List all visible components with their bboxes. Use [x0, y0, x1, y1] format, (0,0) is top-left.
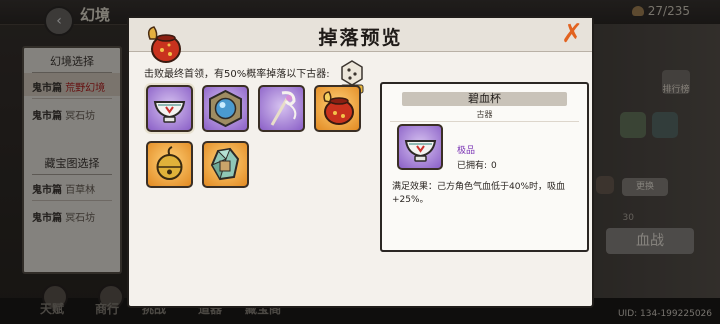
- artifact-slot-crystal[interactable]: [202, 141, 249, 188]
- drop-description: 击败最终首领，有50%概率掉落以下古器:: [144, 69, 330, 80]
- staff-icon: [270, 91, 297, 126]
- close-x-icon[interactable]: ✗: [560, 21, 584, 47]
- artifact-slot-pouch[interactable]: [314, 85, 361, 132]
- detail-type: 古器: [476, 110, 493, 119]
- detail-artifact-slot: [397, 124, 443, 170]
- detail-name: 碧血杯: [468, 92, 501, 105]
- orb-icon: [209, 89, 242, 128]
- bowl-icon: [153, 101, 186, 123]
- artifact-slot-bell[interactable]: [146, 141, 193, 188]
- bell-icon: [156, 146, 183, 180]
- artifact-slot-staff[interactable]: [258, 85, 305, 132]
- dialog-title: 掉落预览: [318, 27, 403, 49]
- bowl-icon: [404, 140, 437, 162]
- artifact-slot-bowl[interactable]: [146, 85, 193, 132]
- drop-preview-dialog: 掉落预览 ✗ 击败最终首领，有50%概率掉落以下古器: 碧血杯 古器 极品 已拥…: [127, 16, 594, 308]
- divider: [390, 121, 579, 122]
- artifact-slot-orb[interactable]: [202, 85, 249, 132]
- detail-owned: 已拥有: 0: [457, 161, 497, 171]
- crystal-icon: [210, 147, 240, 181]
- pouch-icon: [323, 91, 354, 125]
- artifact-detail-card: 碧血杯 古器 极品 已拥有: 0 满足效果：己方角色气血低于40%时，吸血+25%…: [380, 82, 589, 252]
- detail-grade: 极品: [457, 146, 476, 156]
- detail-effect: 满足效果：己方角色气血低于40%时，吸血+25%。: [392, 182, 566, 205]
